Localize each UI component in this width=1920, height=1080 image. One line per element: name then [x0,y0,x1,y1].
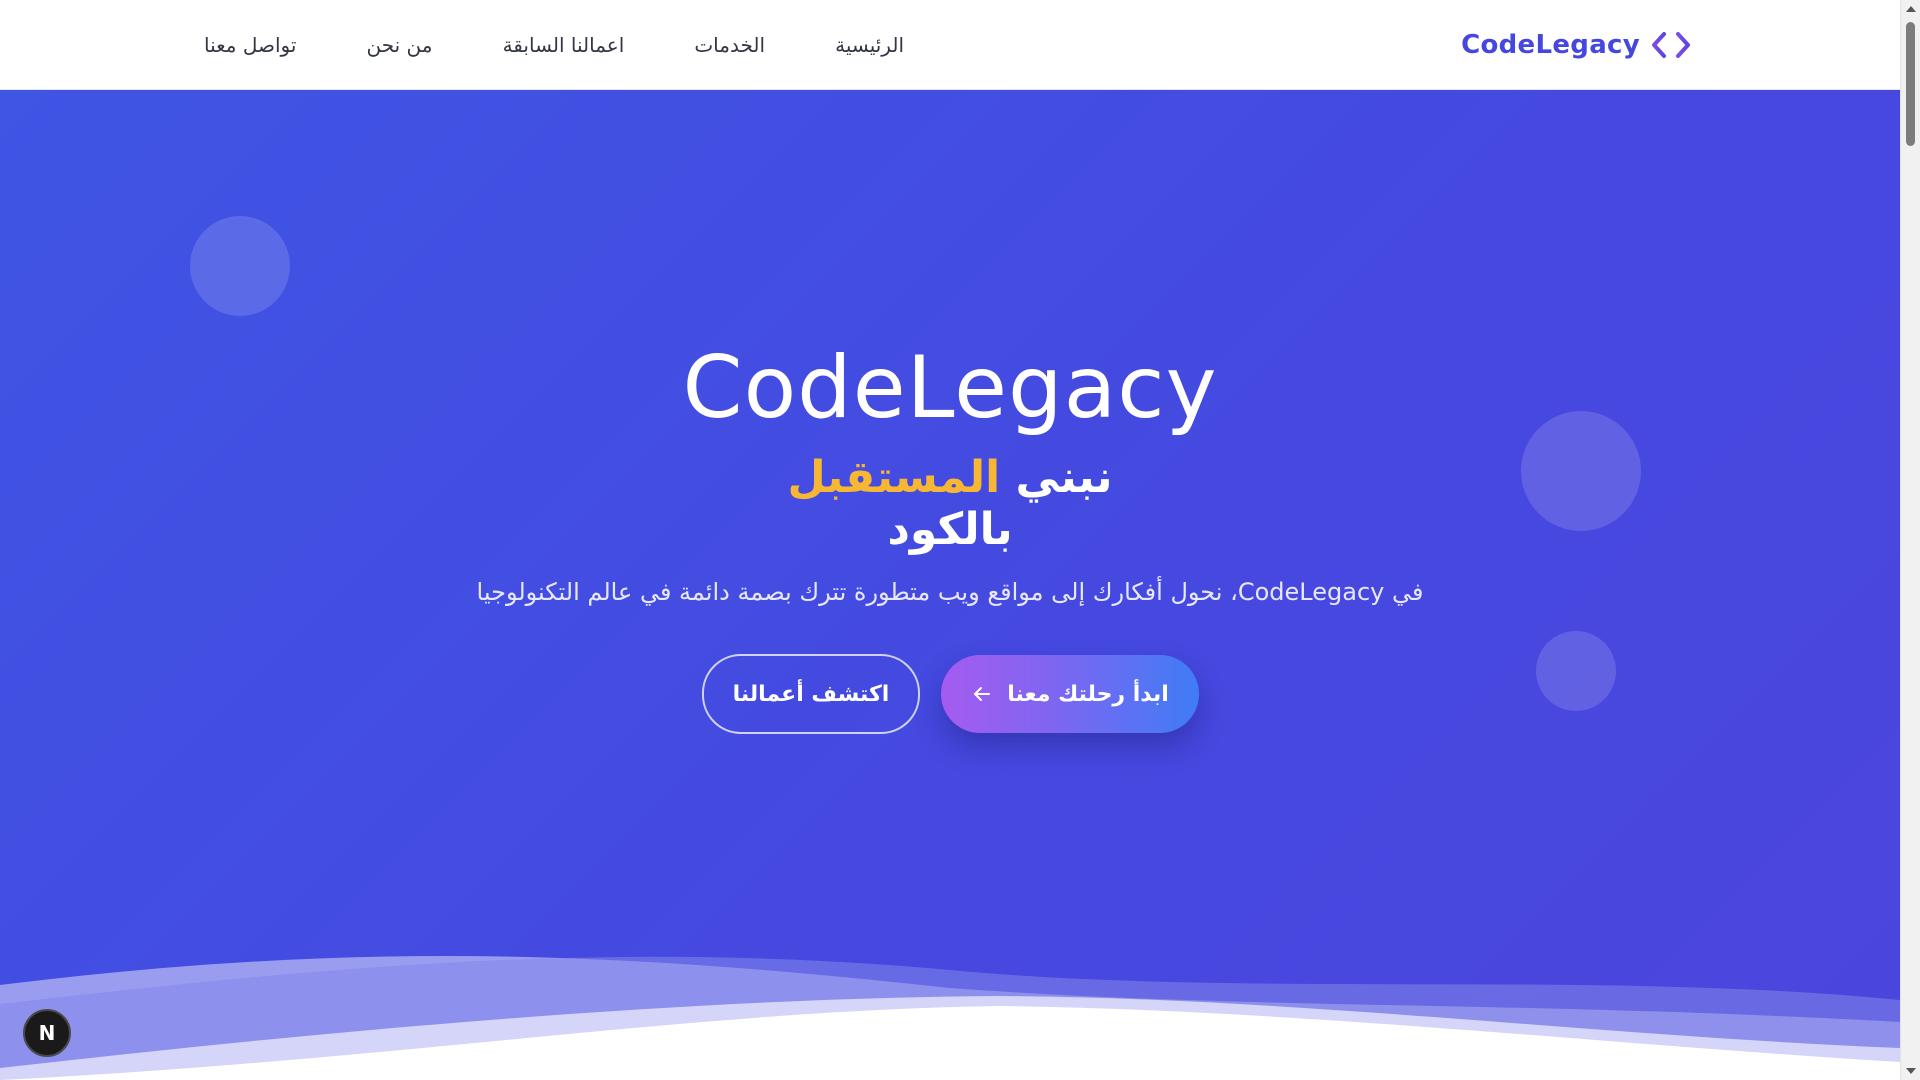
explore-work-label: اكتشف أعمالنا [732,681,890,707]
navbar: الرئيسية الخدمات اعمالنا السابقة من نحن … [0,0,1900,90]
nextjs-icon[interactable]: N [23,1009,71,1057]
hero-subtitle-suffix: بالكود [887,504,1013,555]
start-journey-label: ابدأ رحلتك معنا [1007,681,1169,707]
scroll-down-icon[interactable] [1906,1068,1916,1074]
decorative-circle [1536,631,1616,711]
nav-link-contact[interactable]: تواصل معنا [204,33,296,57]
hero-waves [0,955,1900,1080]
hero-subtitle: نبني المستقبل بالكود [0,452,1900,556]
nav-link-portfolio[interactable]: اعمالنا السابقة [503,33,625,57]
code-brackets-icon [1652,32,1690,58]
hero-subtitle-accent: المستقبل [787,452,1001,503]
hero-subtitle-prefix: نبني [1015,452,1113,503]
arrow-left-icon [974,687,991,701]
start-journey-button[interactable]: ابدأ رحلتك معنا [941,655,1199,733]
scroll-thumb[interactable] [1906,22,1915,146]
page-scrollbar[interactable] [1900,0,1920,1080]
nav-link-home[interactable]: الرئيسية [835,33,904,57]
nav-link-services[interactable]: الخدمات [694,33,765,57]
brand-logo[interactable]: CodeLegacy [1461,26,1692,64]
brand-name: CodeLegacy [1461,30,1640,60]
decorative-circle [190,216,290,316]
scroll-up-icon[interactable] [1906,6,1916,12]
hero-description: في CodeLegacy، نحول أفكارك إلى مواقع ويب… [476,578,1424,606]
nav-link-about[interactable]: من نحن [367,33,433,57]
explore-work-button[interactable]: اكتشف أعمالنا [702,654,920,734]
dev-badge-label: N [38,1021,56,1045]
hero-section: CodeLegacy نبني المستقبل بالكود في CodeL… [0,90,1900,1080]
hero-subtitle-line-1: نبني المستقبل [0,452,1900,504]
hero-title: CodeLegacy [682,338,1218,438]
nav-links: الرئيسية الخدمات اعمالنا السابقة من نحن … [204,26,904,64]
